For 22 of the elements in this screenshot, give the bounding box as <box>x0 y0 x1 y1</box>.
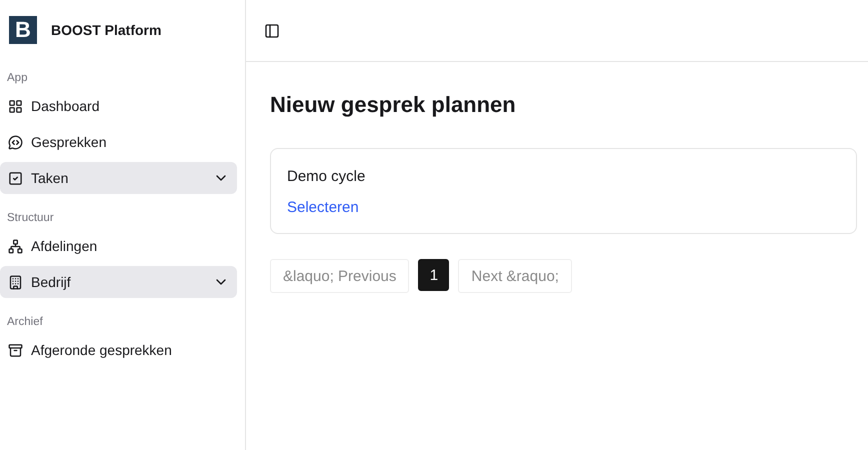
page-button[interactable]: 1 <box>418 259 450 291</box>
sidebar-item[interactable]: Bedrijf <box>0 266 237 298</box>
sidebar-item[interactable]: Afgeronde gesprekken <box>0 334 237 366</box>
section-label: Structuur <box>6 211 55 226</box>
sidebar-item[interactable]: Gesprekken <box>0 126 237 158</box>
sidebar-item[interactable]: Taken <box>0 162 237 194</box>
card-title: Demo cycle <box>287 168 366 185</box>
sidebar-toggle-icon[interactable] <box>264 22 280 38</box>
sidebar-item[interactable]: Afdelingen <box>0 230 237 262</box>
select-link[interactable]: Selecteren <box>287 199 359 216</box>
chat-bubble-icon <box>8 134 23 150</box>
logo: B <box>9 16 37 44</box>
archive-icon <box>8 342 23 358</box>
checkbox-icon <box>8 170 23 186</box>
section-label: App <box>6 71 28 86</box>
dashboard-icon <box>8 98 23 114</box>
brand-title: BOOST Platform <box>51 22 162 38</box>
building-icon <box>8 274 23 290</box>
hierarchy-icon <box>8 238 23 254</box>
sidebar-item[interactable]: Dashboard <box>0 90 237 122</box>
section-label: Archief <box>6 315 44 330</box>
page-title: Nieuw gesprek plannen <box>270 92 517 118</box>
